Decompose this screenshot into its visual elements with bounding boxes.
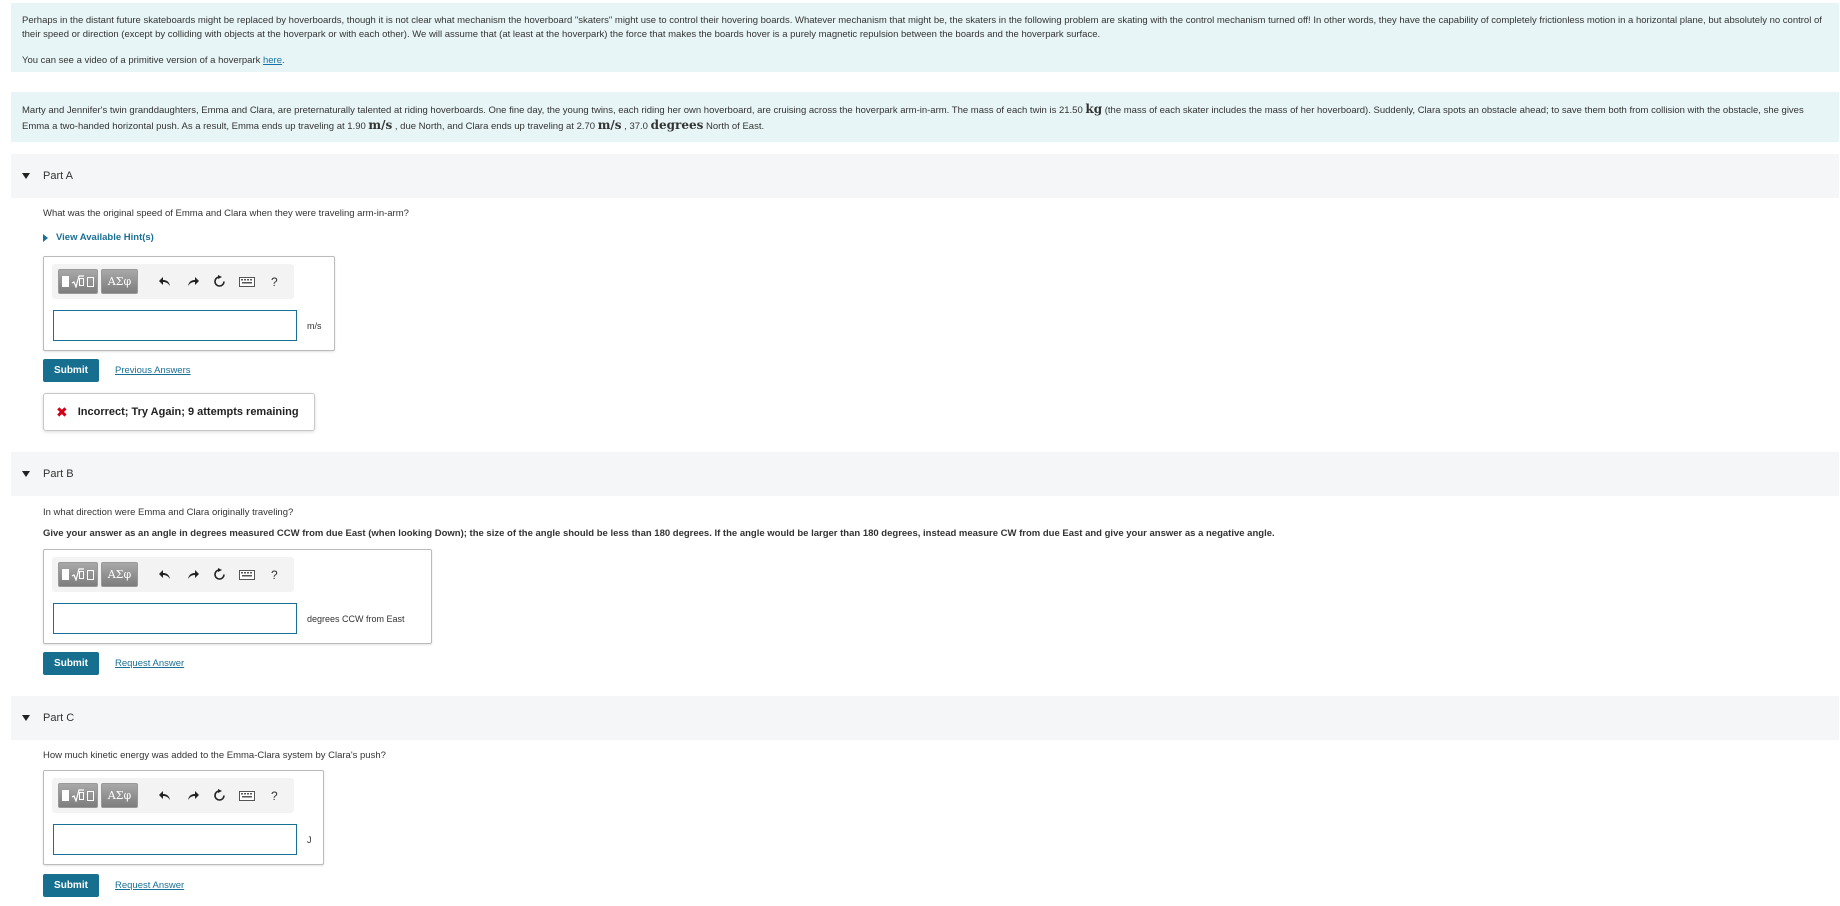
unit-kg: kg [1085, 102, 1103, 116]
video-prefix: You can see a video of a primitive versi… [22, 55, 263, 66]
incorrect-feedback: ✖ Incorrect; Try Again; 9 attempts remai… [43, 393, 315, 431]
intro-panel: Perhaps in the distant future skateboard… [11, 3, 1839, 72]
intro-text: Perhaps in the distant future skateboard… [22, 15, 1822, 40]
part-a-unit: m/s [307, 321, 322, 331]
feedback-text: Incorrect; Try Again; 9 attempts remaini… [77, 406, 299, 418]
part-c-question: How much kinetic energy was added to the… [43, 750, 386, 761]
undo-icon[interactable] [152, 269, 179, 294]
greek-symbols-button[interactable]: ΑΣφ [101, 783, 138, 808]
video-link[interactable]: here [263, 55, 282, 66]
part-b-title: Part B [43, 468, 74, 480]
part-a-answer-box: ΑΣφ ? m/s [43, 256, 335, 351]
part-c-unit: J [307, 835, 312, 845]
collapse-triangle-icon[interactable] [22, 715, 30, 721]
redo-icon[interactable] [179, 269, 206, 294]
scenario-text-4: , 37.0 [621, 121, 651, 132]
undo-icon[interactable] [152, 783, 179, 808]
math-toolbar: ΑΣφ ? [52, 778, 294, 813]
outline-box-icon [87, 790, 95, 801]
view-hints-link[interactable]: View Available Hint(s) [43, 232, 154, 243]
part-a-answer-input[interactable] [53, 310, 297, 341]
redo-icon[interactable] [179, 562, 206, 587]
outline-box-icon [87, 276, 95, 287]
template-box-icon [62, 276, 70, 287]
scenario-panel: Marty and Jennifer's twin granddaughters… [11, 92, 1839, 142]
keyboard-icon[interactable] [234, 269, 261, 294]
part-c-answer-box: ΑΣφ ? J [43, 770, 324, 865]
scenario-text-5: North of East. [703, 121, 765, 132]
help-icon[interactable]: ? [261, 269, 288, 294]
part-b-request-answer-link[interactable]: Request Answer [115, 658, 184, 669]
reset-icon[interactable] [206, 783, 233, 808]
collapse-triangle-icon[interactable] [22, 471, 30, 477]
part-c-submit-button[interactable]: Submit [43, 874, 99, 897]
video-line: You can see a video of a primitive versi… [22, 54, 1829, 68]
part-b-instruction: Give your answer as an angle in degrees … [43, 528, 1275, 539]
greek-symbols-button[interactable]: ΑΣφ [101, 562, 138, 587]
help-icon[interactable]: ? [261, 783, 288, 808]
part-a-submit-button[interactable]: Submit [43, 359, 99, 382]
part-b-question: In what direction were Emma and Clara or… [43, 507, 294, 518]
fraction-root-template-button[interactable] [58, 269, 99, 294]
part-b-answer-input[interactable] [53, 603, 297, 634]
part-b-header[interactable]: Part B [11, 452, 1839, 496]
error-x-icon: ✖ [56, 403, 68, 420]
radical-icon [71, 568, 85, 581]
expand-triangle-icon [43, 233, 48, 242]
view-hints-label: View Available Hint(s) [56, 232, 154, 243]
math-toolbar: ΑΣφ ? [52, 264, 294, 299]
undo-icon[interactable] [152, 562, 179, 587]
radical-icon [71, 789, 85, 802]
part-b-unit: degrees CCW from East [307, 614, 405, 624]
math-toolbar: ΑΣφ ? [52, 557, 294, 592]
outline-box-icon [87, 569, 95, 580]
scenario-text-1: Marty and Jennifer's twin granddaughters… [22, 105, 1086, 116]
video-suffix: . [282, 55, 285, 66]
help-icon[interactable]: ? [261, 562, 288, 587]
radical-icon [71, 275, 85, 288]
part-c-request-answer-link[interactable]: Request Answer [115, 880, 184, 891]
scenario-text-3: , due North, and Clara ends up traveling… [392, 121, 598, 132]
unit-ms-2: m/s [597, 118, 622, 132]
fraction-root-template-button[interactable] [58, 562, 99, 587]
keyboard-icon[interactable] [234, 783, 261, 808]
keyboard-icon[interactable] [234, 562, 261, 587]
part-b-submit-button[interactable]: Submit [43, 652, 99, 675]
part-a-question: What was the original speed of Emma and … [43, 208, 409, 219]
fraction-root-template-button[interactable] [58, 783, 99, 808]
part-c-answer-input[interactable] [53, 824, 297, 855]
collapse-triangle-icon[interactable] [22, 173, 30, 179]
template-box-icon [62, 790, 70, 801]
part-c-header[interactable]: Part C [11, 696, 1839, 740]
reset-icon[interactable] [206, 269, 233, 294]
redo-icon[interactable] [179, 783, 206, 808]
previous-answers-link[interactable]: Previous Answers [115, 365, 191, 376]
greek-symbols-button[interactable]: ΑΣφ [101, 269, 138, 294]
part-c-title: Part C [43, 712, 75, 724]
unit-ms-1: m/s [368, 118, 393, 132]
reset-icon[interactable] [206, 562, 233, 587]
part-a-header[interactable]: Part A [11, 154, 1839, 198]
unit-degrees: degrees [650, 118, 704, 132]
part-b-answer-box: ΑΣφ ? degrees CCW from East [43, 549, 432, 644]
part-a-title: Part A [43, 170, 73, 182]
template-box-icon [62, 569, 70, 580]
